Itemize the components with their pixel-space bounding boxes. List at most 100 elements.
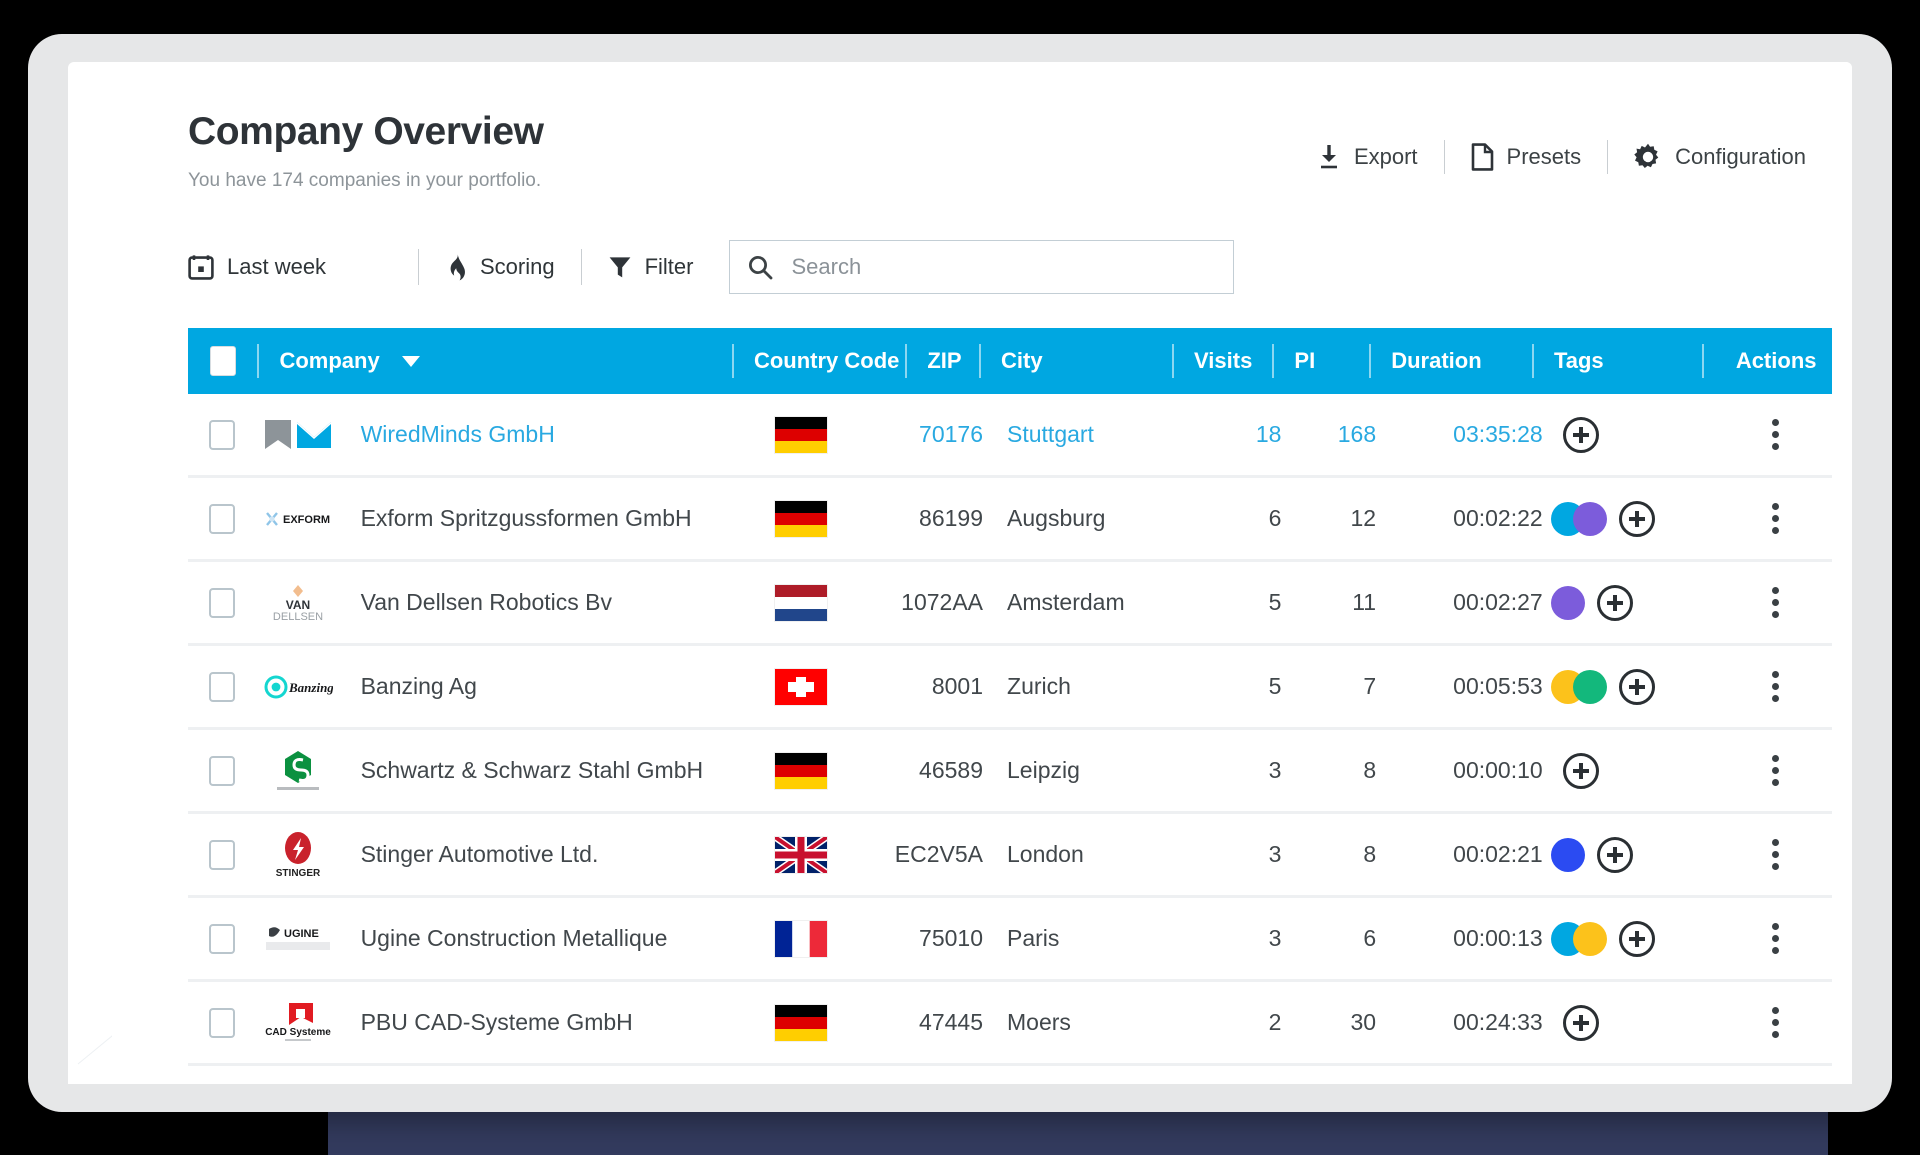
tag-list	[1543, 416, 1599, 453]
add-tag-button[interactable]	[1618, 500, 1655, 537]
row-menu-button[interactable]	[1771, 503, 1779, 534]
header-country-code[interactable]: Country Code	[734, 328, 905, 394]
pi-cell: 30	[1350, 1009, 1377, 1035]
row-menu-button[interactable]	[1771, 419, 1779, 450]
city-cell: London	[1007, 841, 1084, 867]
tag-dot[interactable]	[1550, 585, 1585, 620]
row-menu-button[interactable]	[1771, 755, 1779, 786]
visits-cell: 5	[1268, 589, 1282, 615]
add-tag-button[interactable]	[1562, 416, 1599, 453]
row-checkbox[interactable]	[209, 587, 236, 618]
export-button[interactable]: Export	[1291, 144, 1444, 170]
header-city[interactable]: City	[981, 328, 1172, 394]
city-cell: Zurich	[1007, 673, 1071, 699]
company-name: Stinger Automotive Ltd.	[360, 841, 599, 867]
row-checkbox[interactable]	[209, 419, 236, 450]
header-pi[interactable]: PI	[1274, 328, 1369, 394]
zip-cell: EC2V5A	[894, 841, 984, 867]
add-tag-button[interactable]	[1562, 752, 1599, 789]
flag-ch-icon	[774, 668, 827, 705]
city-cell: Augsburg	[1007, 505, 1106, 531]
row-select-cell	[188, 898, 256, 979]
header-country-code-label: Country Code	[753, 348, 900, 373]
add-tag-button[interactable]	[1596, 584, 1633, 621]
table-header-row: Company Country Code ZIP City Visits PI …	[188, 328, 1832, 394]
table-row[interactable]: WiredMinds GmbH 70176 Stuttgart 18 168 0…	[188, 394, 1832, 478]
header-tags-label: Tags	[1553, 348, 1604, 373]
company-table: Company Country Code ZIP City Visits PI …	[188, 328, 1832, 1066]
search-icon	[748, 255, 773, 280]
company-name-cell[interactable]: PBU CAD-Systeme GmbH	[341, 982, 724, 1063]
tag-dot[interactable]	[1572, 669, 1607, 704]
configuration-button[interactable]: Configuration	[1608, 143, 1832, 171]
row-select-cell	[188, 814, 256, 895]
company-name-cell[interactable]: Exform Spritzgussformen GmbH	[341, 478, 724, 559]
filter-button[interactable]: Filter	[608, 254, 694, 280]
header-city-label: City	[1001, 348, 1043, 373]
zip-cell: 46589	[919, 757, 984, 783]
table-row[interactable]: EXFORM Exform Spritzgussformen GmbH 8619…	[188, 478, 1832, 562]
row-menu-button[interactable]	[1771, 923, 1779, 954]
add-tag-button[interactable]	[1618, 668, 1655, 705]
scoring-button[interactable]: Scoring	[445, 253, 555, 281]
country-flag-cell	[724, 478, 878, 559]
scoring-label: Scoring	[480, 254, 555, 279]
search-box[interactable]	[729, 240, 1235, 294]
row-menu-button[interactable]	[1771, 839, 1779, 870]
header-visits[interactable]: Visits	[1174, 328, 1272, 394]
table-row[interactable]: VAN DELLSEN Van Dellsen Robotics Bv 1072…	[188, 562, 1832, 646]
header-zip[interactable]: ZIP	[907, 328, 979, 394]
company-name-cell[interactable]: Schwartz & Schwarz Stahl GmbH	[341, 730, 724, 811]
select-all-checkbox[interactable]	[209, 346, 236, 376]
row-menu-button[interactable]	[1771, 671, 1779, 702]
table-row[interactable]: Banzing Banzing Ag 8001 Zurich 5 7 00:05…	[188, 646, 1832, 730]
pi-cell: 6	[1363, 925, 1377, 951]
company-name-cell[interactable]: Ugine Construction Metallique	[341, 898, 724, 979]
pi-cell: 12	[1350, 505, 1377, 531]
duration-cell: 03:35:28	[1453, 421, 1543, 447]
document-icon	[1471, 143, 1494, 171]
tags-cell	[1543, 814, 1718, 895]
row-checkbox[interactable]	[209, 755, 236, 786]
sort-desc-caret-icon[interactable]	[401, 355, 420, 367]
company-name-cell[interactable]: WiredMinds GmbH	[341, 394, 724, 475]
duration-cell: 00:02:22	[1453, 505, 1543, 531]
date-range-button[interactable]: Last week	[188, 254, 418, 280]
row-checkbox[interactable]	[209, 839, 236, 870]
add-tag-button[interactable]	[1596, 836, 1633, 873]
svg-text:CAD Systeme: CAD Systeme	[266, 1027, 332, 1038]
row-checkbox[interactable]	[209, 503, 236, 534]
tag-dot[interactable]	[1572, 921, 1607, 956]
company-logo-cell: Banzing	[256, 646, 340, 727]
table-row[interactable]: CAD Systeme PBU CAD-Systeme GmbH 47445 M…	[188, 982, 1832, 1066]
duration-cell: 00:00:13	[1453, 925, 1543, 951]
filter-label: Filter	[644, 254, 694, 279]
tag-dot[interactable]	[1550, 837, 1585, 872]
presets-button[interactable]: Presets	[1445, 143, 1608, 171]
visits-cell: 6	[1268, 505, 1282, 531]
pi-cell: 8	[1363, 841, 1377, 867]
table-row[interactable]: Schwartz & Schwarz Stahl GmbH 46589 Leip…	[188, 730, 1832, 814]
row-checkbox[interactable]	[209, 1007, 236, 1038]
actions-cell	[1718, 562, 1832, 643]
svg-text:UGINE: UGINE	[284, 928, 319, 940]
row-menu-button[interactable]	[1771, 587, 1779, 618]
table-row[interactable]: UGINE Ugine Construction Metallique 7501…	[188, 898, 1832, 982]
tag-dot[interactable]	[1572, 501, 1607, 536]
tag-list	[1543, 668, 1655, 705]
company-name-cell[interactable]: Van Dellsen Robotics Bv	[341, 562, 724, 643]
add-tag-button[interactable]	[1618, 920, 1655, 957]
row-checkbox[interactable]	[209, 671, 236, 702]
header-duration[interactable]: Duration	[1371, 328, 1532, 394]
table-row[interactable]: STINGER Stinger Automotive Ltd. EC2V5A L…	[188, 814, 1832, 898]
header-company[interactable]: Company	[259, 328, 731, 394]
company-logo-cell: EXFORM	[256, 478, 340, 559]
row-menu-button[interactable]	[1771, 1007, 1779, 1038]
header-actions-col: Actions	[1704, 328, 1832, 394]
company-name-cell[interactable]: Banzing Ag	[341, 646, 724, 727]
company-name[interactable]: WiredMinds GmbH	[361, 421, 555, 448]
row-checkbox[interactable]	[209, 923, 236, 954]
add-tag-button[interactable]	[1562, 1004, 1599, 1041]
search-input[interactable]	[791, 254, 1192, 280]
company-name-cell[interactable]: Stinger Automotive Ltd.	[341, 814, 724, 895]
